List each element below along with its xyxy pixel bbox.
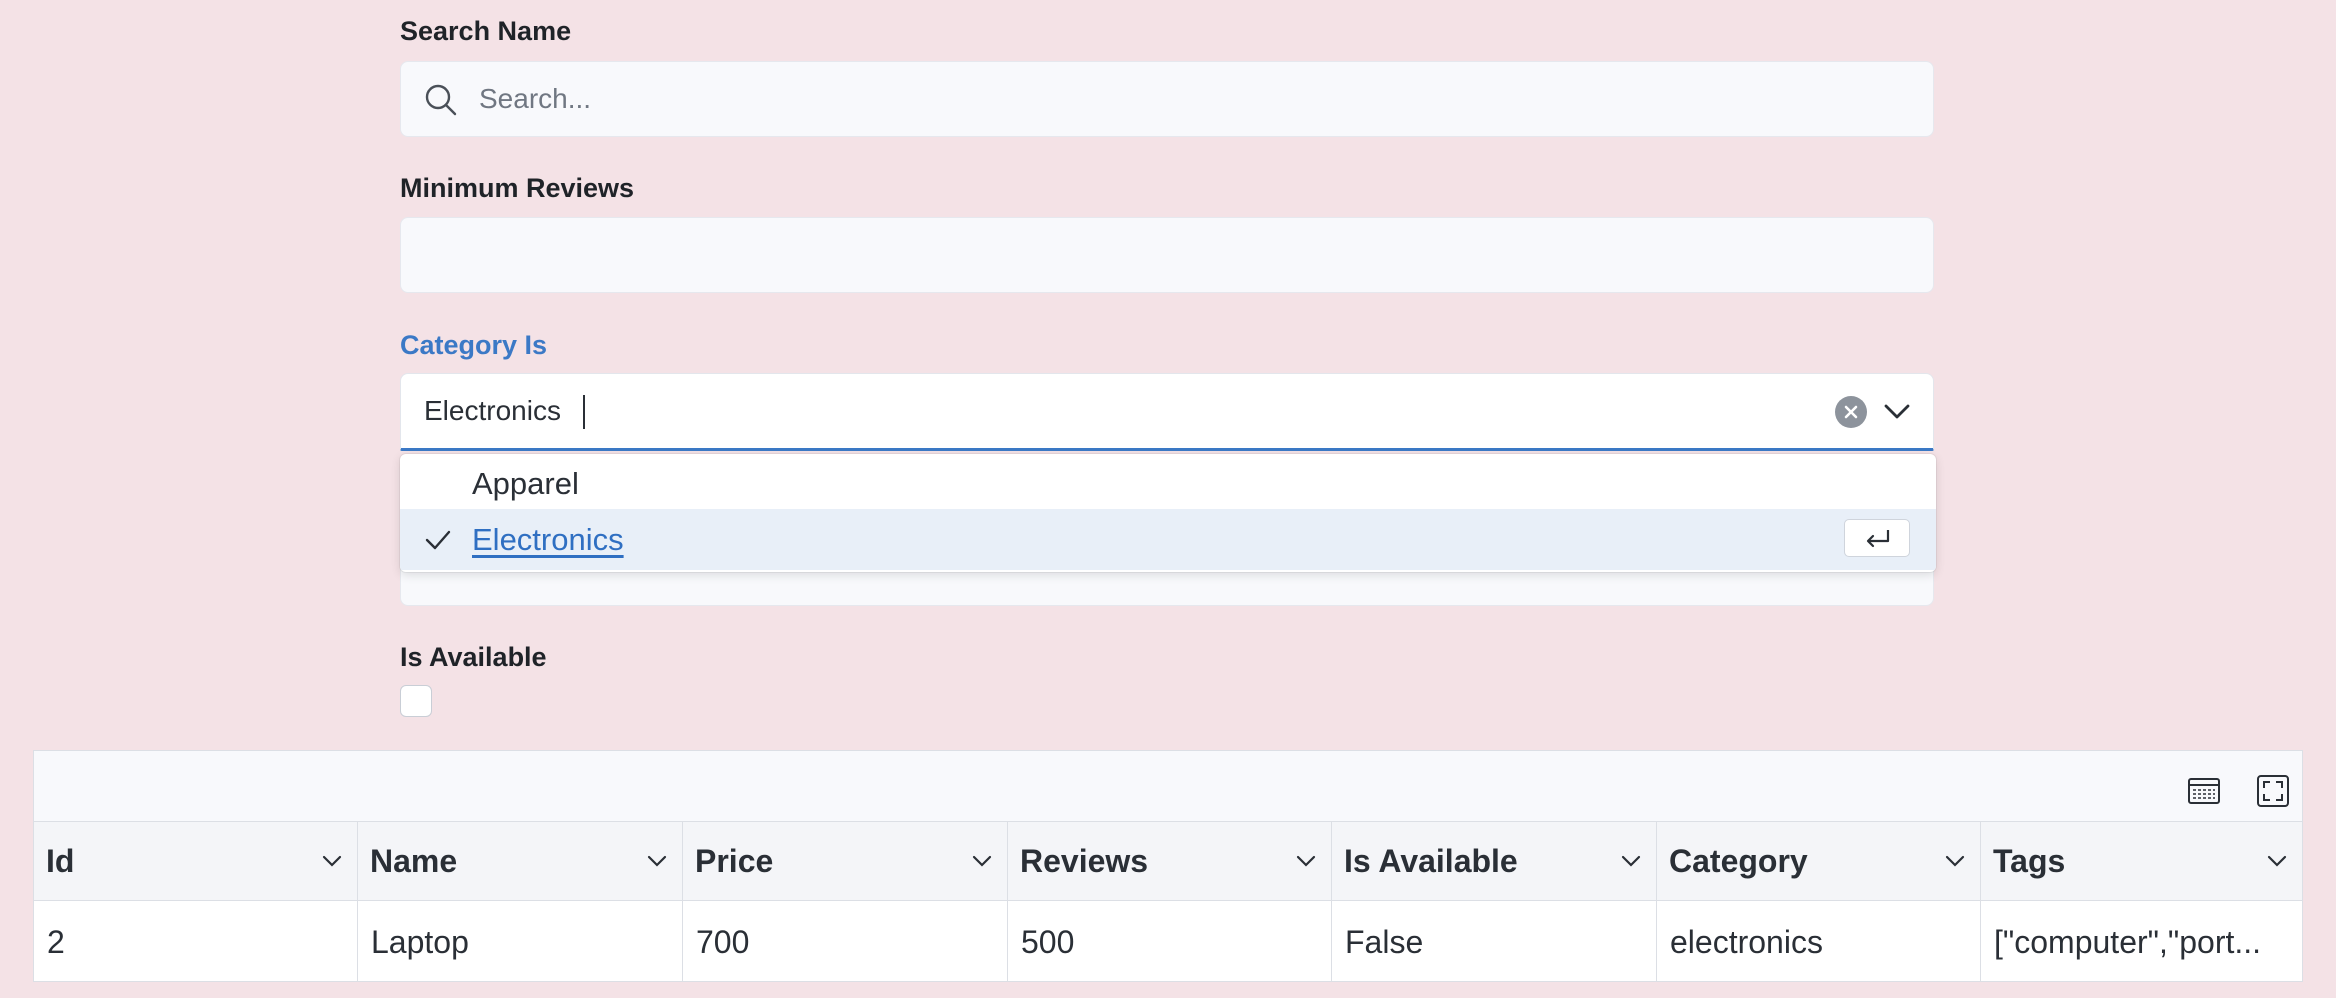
option-electronics[interactable]: Electronics xyxy=(400,509,1936,570)
table-cell[interactable]: 700 xyxy=(683,901,1008,981)
fullscreen-icon[interactable] xyxy=(2253,771,2293,811)
is-available-label: Is Available xyxy=(400,642,547,672)
column-header-label: Reviews xyxy=(1020,843,1149,879)
column-header-tags[interactable]: Tags xyxy=(1981,822,2302,900)
chevron-down-icon[interactable] xyxy=(1877,392,1917,432)
table-row[interactable]: 2 Laptop 700 500 False electronics ["com… xyxy=(34,901,2302,981)
category-select[interactable]: Electronics xyxy=(400,373,1934,451)
table-cell[interactable]: 500 xyxy=(1008,901,1332,981)
column-header-id[interactable]: Id xyxy=(34,822,358,900)
cell-value: ["computer","port... xyxy=(1994,924,2262,960)
category-dropdown: Apparel Electronics xyxy=(400,454,1936,572)
cell-value: 2 xyxy=(47,924,65,960)
is-available-checkbox[interactable] xyxy=(400,685,432,717)
column-header-label: Price xyxy=(695,843,774,879)
cell-value: 500 xyxy=(1021,924,1075,960)
column-header-price[interactable]: Price xyxy=(683,822,1008,900)
table-view-icon[interactable] xyxy=(2184,771,2224,811)
column-header-category[interactable]: Category xyxy=(1657,822,1981,900)
chevron-down-icon[interactable] xyxy=(646,850,668,872)
clear-icon[interactable] xyxy=(1835,396,1867,428)
table-cell[interactable]: Laptop xyxy=(358,901,683,981)
column-header-label: Name xyxy=(370,843,458,879)
category-select-value: Electronics xyxy=(424,395,561,426)
chevron-down-icon[interactable] xyxy=(2266,850,2288,872)
search-input[interactable]: Search... xyxy=(400,61,1934,137)
table-cell[interactable]: ["computer","port... xyxy=(1981,901,2302,981)
chevron-down-icon[interactable] xyxy=(321,850,343,872)
option-label: Apparel xyxy=(472,466,579,501)
data-table: Id Name Price Reviews Is Available Categ… xyxy=(33,750,2303,982)
cell-value: 700 xyxy=(696,924,750,960)
column-header-reviews[interactable]: Reviews xyxy=(1008,822,1332,900)
chevron-down-icon[interactable] xyxy=(1620,850,1642,872)
table-cell[interactable]: electronics xyxy=(1657,901,1981,981)
search-icon xyxy=(425,84,457,116)
column-header-label: Id xyxy=(46,843,75,879)
option-apparel[interactable]: Apparel xyxy=(400,456,1936,514)
minimum-reviews-label: Minimum Reviews xyxy=(400,173,635,203)
category-label: Category Is xyxy=(400,330,548,360)
column-header-label: Category xyxy=(1669,843,1808,879)
check-icon xyxy=(425,530,451,550)
table-header: Id Name Price Reviews Is Available Categ… xyxy=(34,821,2302,901)
cell-value: electronics xyxy=(1670,924,1823,960)
search-name-label: Search Name xyxy=(400,16,572,46)
table-cell[interactable]: 2 xyxy=(34,901,358,981)
text-caret xyxy=(583,395,585,429)
column-header-label: Is Available xyxy=(1344,843,1518,879)
chevron-down-icon[interactable] xyxy=(1295,850,1317,872)
cell-value: Laptop xyxy=(371,924,469,960)
chevron-down-icon[interactable] xyxy=(971,850,993,872)
column-header-name[interactable]: Name xyxy=(358,822,683,900)
column-header-label: Tags xyxy=(1993,843,2066,879)
enter-key-icon xyxy=(1844,519,1910,557)
option-label: Electronics xyxy=(472,522,624,557)
chevron-down-icon[interactable] xyxy=(1944,850,1966,872)
minimum-reviews-input[interactable] xyxy=(400,217,1934,293)
search-placeholder: Search... xyxy=(479,83,592,114)
cell-value: False xyxy=(1345,924,1424,960)
column-header-is-available[interactable]: Is Available xyxy=(1332,822,1657,900)
table-cell[interactable]: False xyxy=(1332,901,1657,981)
